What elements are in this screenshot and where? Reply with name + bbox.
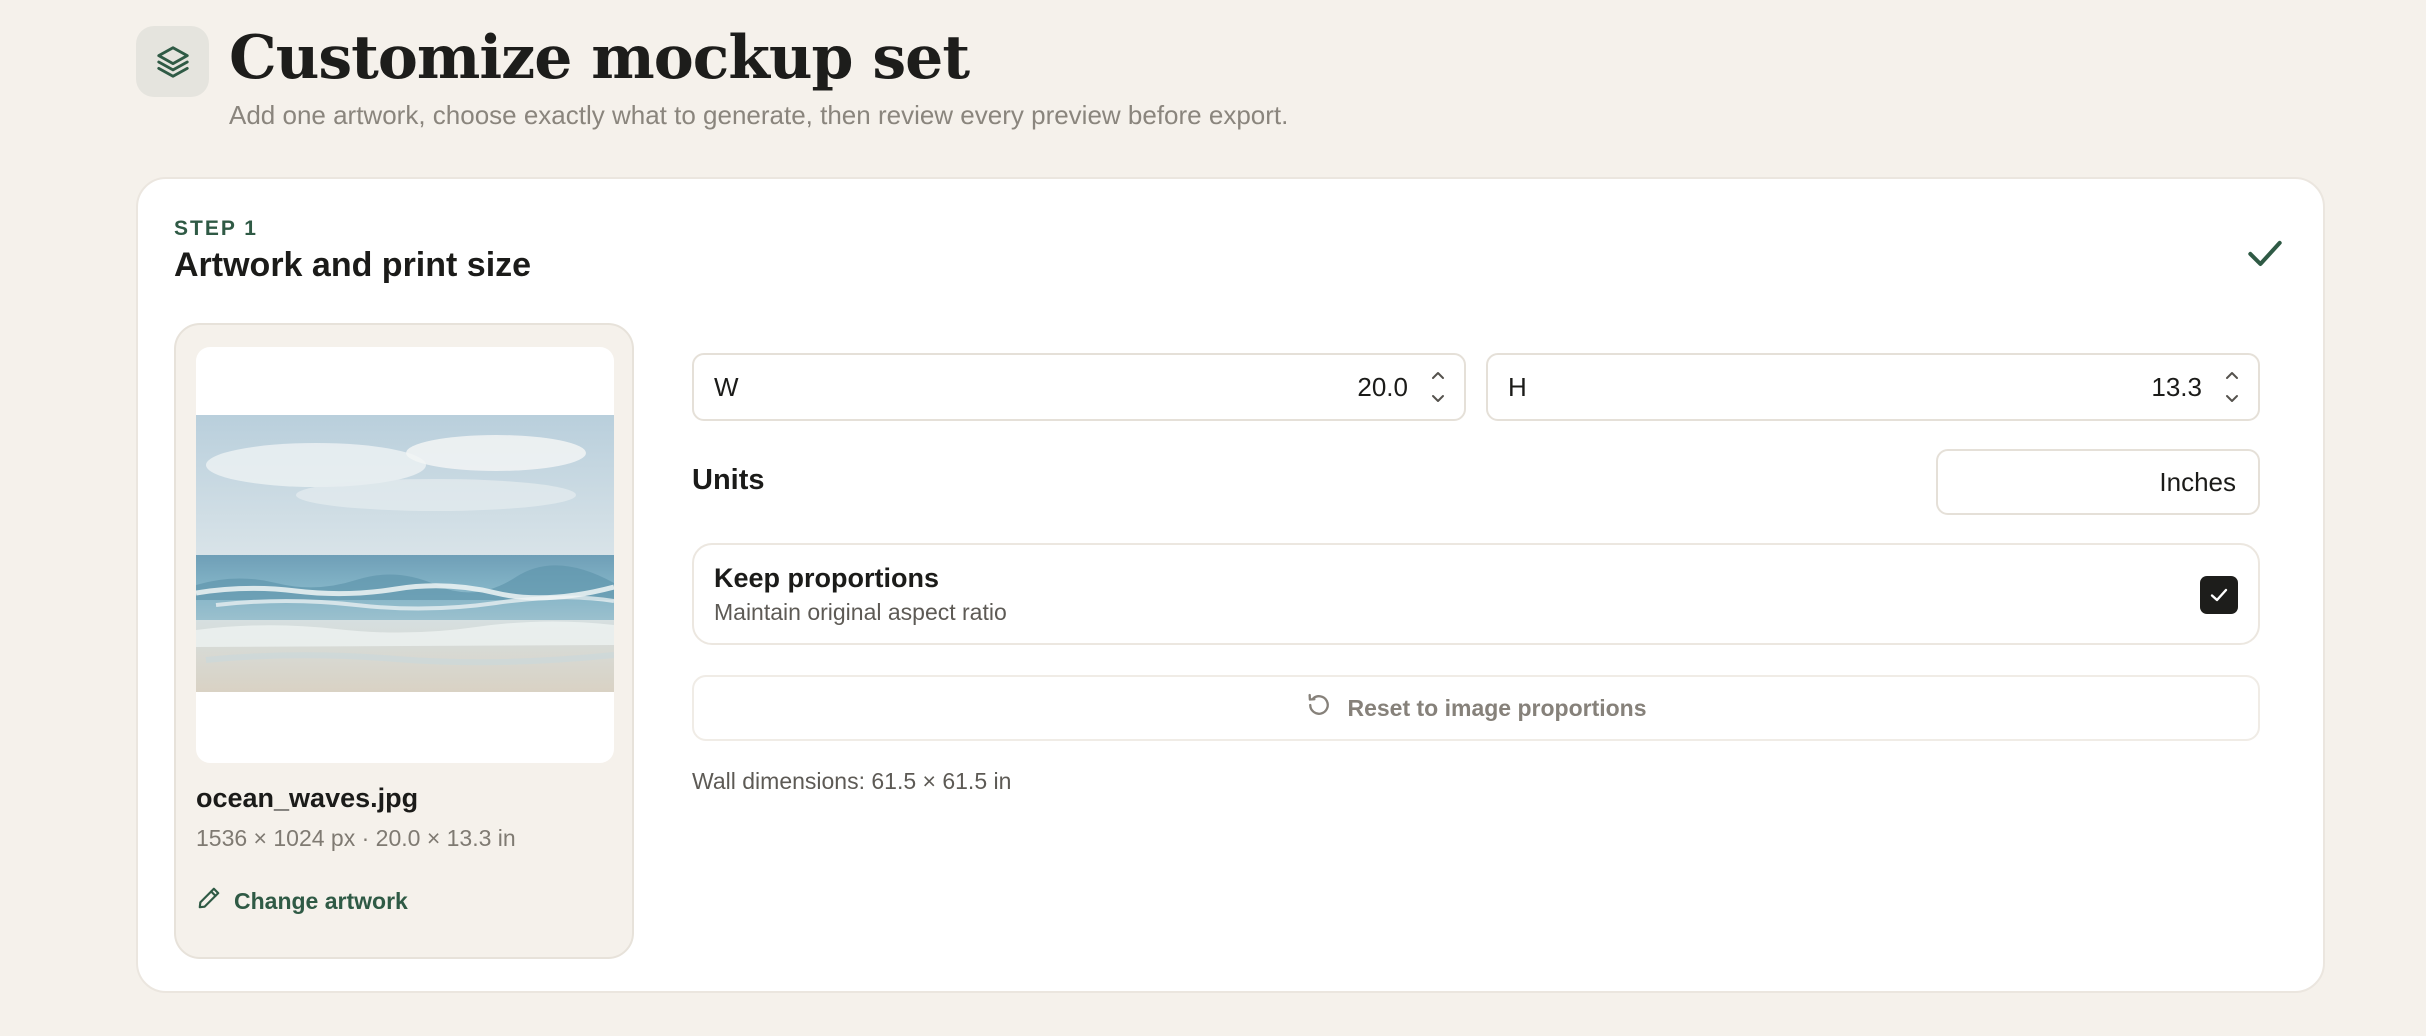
keep-proportions-title: Keep proportions	[714, 563, 940, 593]
artwork-file-meta: 1536 × 1024 px · 20.0 × 13.3 in	[196, 825, 516, 851]
change-artwork-button[interactable]: Change artwork	[196, 885, 408, 917]
artwork-preview	[196, 347, 614, 763]
check-icon	[2243, 231, 2287, 275]
chevron-up-icon	[2226, 372, 2238, 379]
artwork-image	[196, 415, 614, 692]
reset-label: Reset to image proportions	[1347, 694, 1647, 721]
height-increment-button[interactable]	[2220, 367, 2244, 383]
width-input[interactable]	[1208, 371, 1408, 403]
width-label: W	[714, 371, 739, 402]
step-title: Artwork and print size	[174, 246, 532, 284]
reset-icon	[1305, 691, 1333, 725]
chevron-up-icon	[1432, 372, 1444, 379]
step-label: STEP 1	[174, 217, 258, 240]
page-subtitle: Add one artwork, choose exactly what to …	[229, 100, 1289, 130]
artwork-panel: ocean_waves.jpg 1536 × 1024 px · 20.0 × …	[174, 323, 634, 959]
width-decrement-button[interactable]	[1426, 391, 1450, 407]
keep-proportions-subtitle: Maintain original aspect ratio	[714, 599, 1007, 625]
wall-dimensions: Wall dimensions: 61.5 × 61.5 in	[692, 768, 1012, 794]
check-icon	[2210, 588, 2228, 602]
height-input[interactable]	[2002, 371, 2202, 403]
height-label: H	[1508, 371, 1527, 402]
step-card: STEP 1 Artwork and print size ocean_wave…	[136, 177, 2325, 993]
height-decrement-button[interactable]	[2220, 391, 2244, 407]
keep-proportions-option[interactable]: Keep proportions Maintain original aspec…	[692, 543, 2260, 645]
change-artwork-label: Change artwork	[234, 887, 408, 914]
height-stepper	[2220, 367, 2244, 407]
height-field: H	[1486, 353, 2260, 421]
width-increment-button[interactable]	[1426, 367, 1450, 383]
width-stepper	[1426, 367, 1450, 407]
keep-proportions-checkbox[interactable]	[2200, 576, 2238, 614]
units-label: Units	[692, 464, 765, 496]
width-field: W	[692, 353, 1466, 421]
chevron-down-icon	[2226, 395, 2238, 402]
units-selected-value: Inches	[2159, 466, 2236, 497]
artwork-file-name: ocean_waves.jpg	[196, 783, 419, 813]
layers-icon	[136, 26, 209, 97]
page-title: Customize mockup set	[229, 23, 970, 93]
reset-proportions-button[interactable]: Reset to image proportions	[692, 675, 2260, 741]
units-select[interactable]: Inches	[1936, 449, 2260, 515]
pencil-icon	[196, 885, 222, 917]
chevron-down-icon	[1432, 395, 1444, 402]
